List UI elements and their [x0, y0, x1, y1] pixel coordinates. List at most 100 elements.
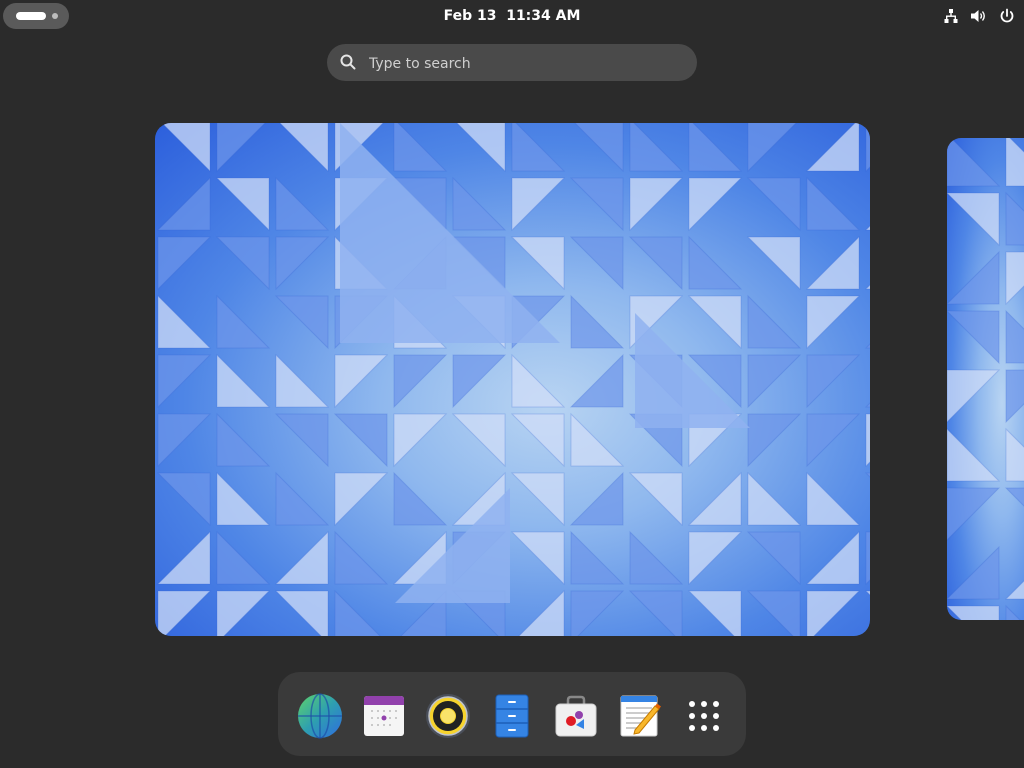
show-apps-button[interactable] [680, 692, 728, 740]
wallpaper-triangle [511, 353, 566, 408]
workspace-thumbnail-next[interactable] [947, 138, 1024, 620]
search-input[interactable] [367, 44, 681, 83]
wallpaper-triangle [1004, 580, 1024, 600]
globe-icon [298, 693, 342, 739]
wallpaper-triangle [1004, 487, 1024, 507]
wallpaper-triangle [274, 295, 329, 350]
wallpaper-triangle [806, 590, 861, 636]
wallpaper-triangle [275, 353, 330, 408]
wallpaper-triangle [569, 353, 624, 408]
wallpaper-triangle [334, 530, 389, 585]
wallpaper-triangle [510, 413, 565, 468]
wallpaper-triangle [511, 123, 566, 172]
rhythmbox-button[interactable] [424, 692, 472, 740]
wallpaper-triangle [510, 472, 565, 527]
wallpaper-triangle [157, 413, 212, 468]
wallpaper-image [156, 123, 870, 636]
wallpaper-triangle [393, 354, 448, 409]
wallpaper-triangle [687, 590, 742, 636]
wallpaper-triangle [275, 471, 330, 526]
wallpaper-triangle [157, 354, 212, 409]
app-grid-icon [689, 701, 719, 731]
active-workspace-indicator [16, 12, 46, 20]
wallpaper-triangle [805, 530, 860, 585]
wallpaper-triangle [629, 177, 684, 232]
wallpaper-triangle [156, 530, 211, 585]
wallpaper-triangle [216, 123, 266, 173]
wallpaper-triangle [216, 353, 271, 408]
wallpaper-triangle [806, 295, 861, 350]
workspace-thumbnail-current[interactable] [155, 123, 870, 636]
wallpaper-triangle [157, 236, 212, 291]
wallpaper-triangle [947, 310, 1000, 365]
wallpaper-triangle [688, 123, 743, 172]
wallpaper-triangle [275, 236, 330, 291]
clock-button[interactable]: Feb 13 11:34 AM [412, 0, 612, 32]
wallpaper-triangle [334, 472, 389, 527]
wallpaper-triangle [806, 413, 861, 468]
wallpaper-triangle [947, 250, 1000, 305]
calendar-button[interactable] [360, 692, 408, 740]
wallpaper-triangle [452, 176, 507, 231]
wallpaper-triangle [747, 413, 802, 468]
wallpaper-triangle [570, 530, 625, 585]
software-bag-icon [555, 695, 597, 737]
software-button[interactable] [552, 692, 600, 740]
wallpaper-triangle [334, 589, 381, 636]
wallpaper-triangle [628, 472, 683, 527]
workspace-indicator [52, 13, 58, 19]
volume-icon[interactable] [970, 7, 988, 25]
wallpaper-triangle [1005, 604, 1021, 620]
wallpaper-triangle [569, 177, 624, 232]
wallpaper-triangle [628, 590, 683, 636]
wallpaper-triangle [687, 295, 742, 350]
wallpaper-triangle [1005, 191, 1024, 246]
wallpaper-triangle [393, 471, 448, 526]
wallpaper-triangle [864, 590, 870, 596]
wallpaper-triangle [274, 530, 329, 585]
wallpaper-triangle [629, 530, 684, 585]
wallpaper-triangle [747, 123, 797, 173]
wallpaper-triangle [156, 176, 211, 231]
wallpaper-triangle [687, 471, 742, 526]
wallpaper-triangle [747, 354, 802, 409]
wallpaper-triangle [216, 294, 271, 349]
wallpaper-triangle [947, 369, 1001, 423]
wallpaper-triangle [688, 177, 743, 232]
wallpaper-triangle [805, 235, 860, 290]
text-editor-icon [620, 695, 661, 737]
wallpaper-triangle [746, 177, 801, 232]
wallpaper-triangle [510, 531, 565, 586]
web-browser-button[interactable] [296, 692, 344, 740]
wallpaper-triangle [334, 354, 389, 409]
wallpaper-triangle [518, 589, 565, 636]
wallpaper-triangle [805, 123, 860, 172]
network-wired-icon[interactable] [942, 7, 960, 25]
wallpaper-triangle [574, 123, 624, 173]
wallpaper-triangle [157, 294, 212, 349]
system-tray[interactable] [942, 6, 1016, 26]
wallpaper-triangle [274, 590, 329, 636]
file-cabinet-icon [495, 694, 529, 738]
files-button[interactable] [488, 692, 536, 740]
wallpaper-triangle [864, 343, 870, 349]
wallpaper-triangle [456, 123, 506, 173]
clock-date: Feb 13 [443, 8, 497, 24]
wallpaper-triangle [688, 531, 743, 586]
wallpaper-triangle [947, 192, 1000, 247]
activities-button[interactable] [3, 3, 69, 29]
wallpaper-triangle [864, 225, 870, 231]
wallpaper-triangle [747, 471, 802, 526]
wallpaper-triangle [864, 284, 870, 290]
text-editor-button[interactable] [616, 692, 664, 740]
wallpaper-triangle [1005, 369, 1024, 424]
power-icon[interactable] [998, 7, 1016, 25]
wallpaper-triangle [452, 354, 507, 409]
wallpaper-triangle [157, 590, 212, 636]
calendar-icon [364, 696, 404, 736]
wallpaper-triangle [629, 123, 684, 172]
wallpaper-triangle [947, 605, 1000, 620]
wallpaper-triangle [216, 530, 271, 585]
wallpaper-triangle [279, 123, 329, 173]
search-box[interactable] [327, 44, 697, 83]
